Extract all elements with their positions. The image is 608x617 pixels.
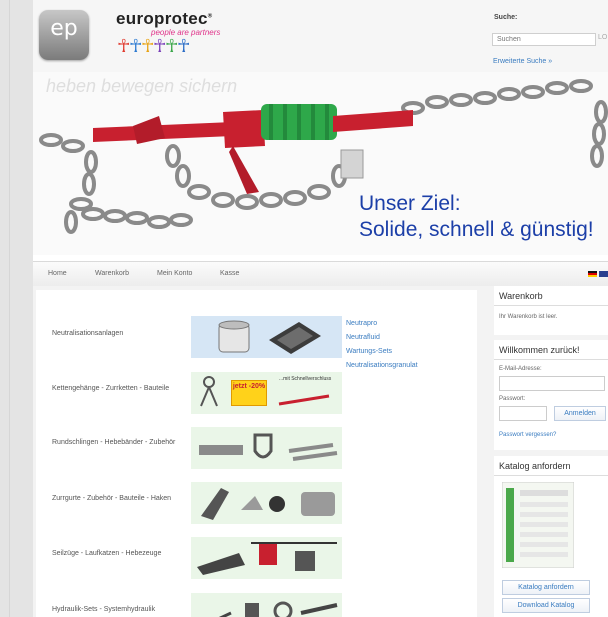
people-logo-icon: ☥ ☥ ☥ ☥ ☥ ☥	[117, 36, 191, 57]
email-field[interactable]	[499, 376, 605, 391]
hero-banner: heben bewegen sichern Unser Ziel: Solide…	[33, 72, 608, 255]
download-catalog-button[interactable]: Download Katalog	[502, 598, 590, 613]
sublink-wartungs-sets[interactable]: Wartungs-Sets	[346, 348, 392, 355]
sublink-granulat[interactable]: Neutralisationsgranulat	[346, 362, 418, 369]
category-image[interactable]	[191, 537, 342, 579]
sublink-neutrapro[interactable]: Neutrapro	[346, 320, 377, 327]
category-label[interactable]: Neutralisationsanlagen	[52, 330, 123, 337]
cart-empty-text: Ihr Warenkorb ist leer.	[499, 314, 558, 320]
hook-body	[133, 116, 165, 144]
nav-account[interactable]: Mein Konto	[157, 270, 192, 277]
cart-box: Warenkorb Ihr Warenkorb ist leer.	[494, 286, 608, 335]
forgot-password-link[interactable]: Passwort vergessen?	[499, 432, 556, 438]
banner-slogan: heben bewegen sichern	[46, 76, 238, 96]
catalog-cover-icon	[502, 482, 574, 568]
nav-home[interactable]: Home	[48, 270, 67, 277]
gutter-divider	[9, 0, 10, 617]
category-image[interactable]	[191, 427, 342, 469]
category-label[interactable]: Seilzüge - Laufkatzen - Hebezeuge	[52, 550, 161, 557]
discount-badge: jetzt -20%	[231, 380, 267, 406]
flag-en-icon[interactable]	[599, 271, 608, 277]
category-label[interactable]: Kettengehänge - Zurrketten - Bauteile	[52, 385, 169, 392]
email-label: E-Mail-Adresse:	[499, 366, 542, 372]
neutralisation-product-icon	[218, 320, 321, 354]
banner-headline-1: Unser Ziel:	[359, 192, 461, 215]
nav-cart[interactable]: Warenkorb	[95, 270, 129, 277]
tension-rod	[333, 110, 413, 132]
search-input[interactable]	[492, 33, 596, 46]
category-label[interactable]: Rundschlingen - Hebebänder - Zubehör	[52, 439, 175, 446]
badge-caption: ...mit Schnellverschluss	[279, 376, 332, 382]
category-image[interactable]: jetzt -20% ...mit Schnellverschluss	[191, 372, 342, 414]
brand-reg: ®	[207, 13, 213, 20]
catalog-title: Katalog anfordern	[499, 461, 571, 471]
content-area: Neutralisationsanlagen Neutrapro Neutraf…	[33, 286, 608, 617]
login-box: Willkommen zurück! E-Mail-Adresse: Passw…	[494, 340, 608, 450]
category-image[interactable]	[191, 593, 342, 617]
lashing-strap-icon	[201, 488, 335, 520]
request-catalog-button[interactable]: Katalog anfordern	[502, 580, 590, 595]
left-gutter	[0, 0, 33, 617]
search-label: Suche:	[494, 14, 518, 21]
logo-icon[interactable]: ep	[39, 10, 89, 60]
ratchet-body	[223, 110, 265, 148]
category-label[interactable]: Zurrgurte - Zubehör - Bauteile - Haken	[52, 495, 171, 502]
password-field[interactable]	[499, 406, 547, 421]
nav-checkout[interactable]: Kasse	[220, 270, 239, 277]
main-nav: Home Warenkorb Mein Konto Kasse	[33, 261, 608, 288]
logo-text: ep	[50, 16, 78, 41]
search-button[interactable]: LO	[598, 34, 607, 41]
category-image[interactable]	[191, 316, 342, 358]
sidebar: Warenkorb Ihr Warenkorb ist leer. Willko…	[494, 286, 608, 617]
login-button[interactable]: Anmelden	[554, 406, 606, 421]
catalog-box: Katalog anfordern Katalog anfordern Down…	[494, 456, 608, 617]
sublink-neutrafluid[interactable]: Neutrafluid	[346, 334, 380, 341]
password-label: Passwort:	[499, 396, 526, 402]
category-list: Neutralisationsanlagen Neutrapro Neutraf…	[36, 290, 477, 617]
site-header: ep europrotec® people are partners ☥ ☥ ☥…	[33, 0, 608, 72]
chain-middle	[165, 144, 347, 210]
advanced-search-link[interactable]: Erweiterte Suche »	[493, 58, 552, 65]
flag-de-icon[interactable]	[588, 271, 597, 277]
banner-headline-2: Solide, schnell & günstig!	[359, 218, 594, 241]
hoist-icon	[197, 542, 337, 575]
page: ep europrotec® people are partners ☥ ☥ ☥…	[33, 0, 608, 617]
cart-title: Warenkorb	[499, 291, 543, 301]
brand-name[interactable]: europrotec®	[116, 9, 213, 29]
round-sling-icon	[199, 433, 338, 461]
login-title: Willkommen zurück!	[499, 345, 580, 355]
category-image[interactable]	[191, 482, 342, 524]
category-label[interactable]: Hydraulik-Sets - Systemhydraulik	[52, 606, 155, 613]
ratchet-lever	[229, 146, 259, 194]
hydraulic-set-icon	[218, 601, 338, 617]
tag-plate	[340, 149, 364, 179]
brand-text: europrotec	[116, 9, 208, 28]
chain-right	[401, 79, 608, 168]
